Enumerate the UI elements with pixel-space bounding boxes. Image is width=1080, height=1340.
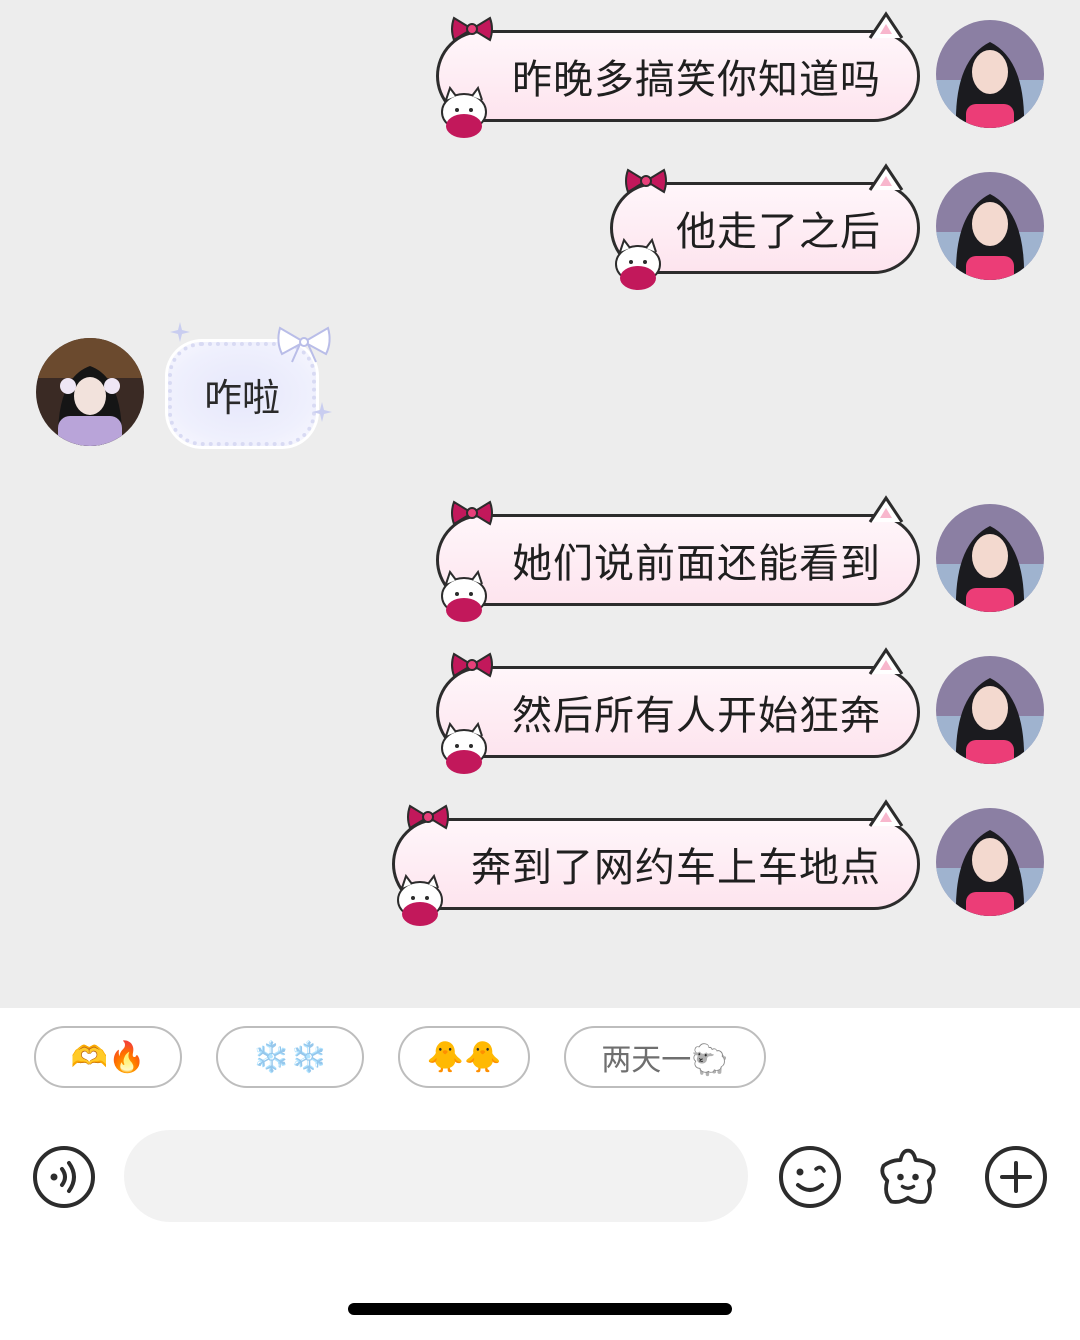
quick-reply-label: ❄️❄️ — [252, 1039, 328, 1075]
cat-ear-icon — [868, 163, 904, 191]
cat-sticker-icon — [441, 85, 487, 138]
message-text: 咋啦 — [203, 375, 280, 420]
chat-area: 昨晚多搞笑你知道吗 他走了之后 咋啦 她们说前面还能看到 然后所有人开始狂奔 奔… — [0, 0, 1080, 1008]
quick-reply-chip[interactable]: 🐥🐥 — [398, 1026, 530, 1088]
message-text: 他走了之后 — [676, 209, 881, 255]
avatar[interactable] — [936, 20, 1044, 128]
bow-icon — [451, 652, 493, 678]
sticker-icon[interactable] — [876, 1145, 940, 1209]
cat-ear-icon — [868, 799, 904, 827]
home-indicator[interactable] — [348, 1303, 732, 1315]
message-bubble[interactable]: 昨晚多搞笑你知道吗 — [436, 30, 920, 122]
input-bar — [0, 1108, 1080, 1258]
avatar[interactable] — [936, 656, 1044, 764]
cat-sticker-icon — [615, 237, 661, 290]
message-bubble[interactable]: 奔到了网约车上车地点 — [392, 818, 920, 910]
add-icon[interactable] — [984, 1145, 1048, 1209]
cat-sticker-icon — [441, 569, 487, 622]
message-text: 奔到了网约车上车地点 — [471, 845, 881, 891]
bow-icon — [625, 168, 667, 194]
quick-reply-chip[interactable]: ❄️❄️ — [216, 1026, 364, 1088]
bow-icon — [451, 500, 493, 526]
quick-reply-label: 两天一🐑 — [601, 1043, 729, 1078]
message-text: 昨晚多搞笑你知道吗 — [512, 57, 881, 103]
message-bubble[interactable]: 她们说前面还能看到 — [436, 514, 920, 606]
bow-icon — [407, 804, 449, 830]
cat-sticker-icon — [441, 721, 487, 774]
quick-reply-label: 🐥🐥 — [426, 1039, 502, 1075]
emoji-icon[interactable] — [778, 1145, 842, 1209]
avatar[interactable] — [936, 808, 1044, 916]
avatar[interactable] — [36, 338, 144, 446]
message-text: 她们说前面还能看到 — [512, 541, 881, 587]
sparkle-icon — [170, 322, 190, 342]
voice-icon[interactable] — [32, 1145, 96, 1209]
cat-ear-icon — [868, 647, 904, 675]
quick-reply-label: 🫶🔥 — [70, 1039, 146, 1075]
cat-ear-icon — [868, 11, 904, 39]
cat-sticker-icon — [397, 873, 443, 926]
message-input[interactable] — [124, 1130, 748, 1222]
avatar[interactable] — [936, 504, 1044, 612]
cat-ear-icon — [868, 495, 904, 523]
quick-reply-bar: 🫶🔥 ❄️❄️ 🐥🐥 两天一🐑 — [0, 1008, 1080, 1108]
avatar[interactable] — [936, 172, 1044, 280]
message-bubble[interactable]: 然后所有人开始狂奔 — [436, 666, 920, 758]
ribbon-bow-icon — [277, 326, 331, 363]
quick-reply-chip[interactable]: 两天一🐑 — [564, 1026, 766, 1088]
sparkle-icon — [312, 402, 332, 422]
bow-icon — [451, 16, 493, 42]
quick-reply-chip[interactable]: 🫶🔥 — [34, 1026, 182, 1088]
message-text: 然后所有人开始狂奔 — [512, 693, 881, 739]
